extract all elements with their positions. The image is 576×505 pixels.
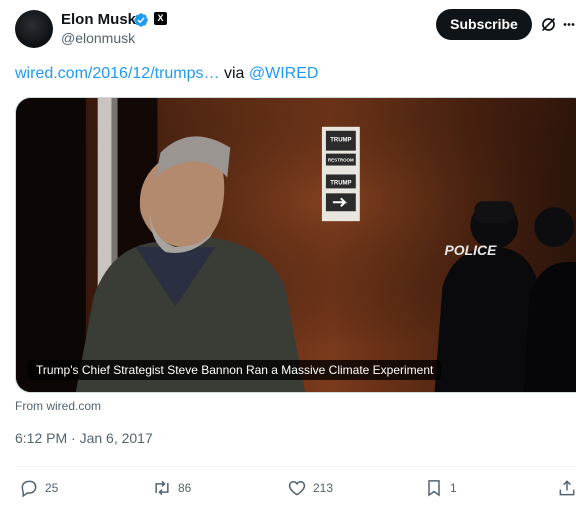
author-name[interactable]: Elon Musk <box>61 11 136 28</box>
like-button[interactable]: 213 <box>287 478 333 498</box>
like-icon <box>288 480 306 496</box>
divider <box>15 466 576 467</box>
sign-bottom-label: TRUMP <box>330 180 351 186</box>
mention-link[interactable]: @WIRED <box>249 65 319 82</box>
article-link[interactable]: wired.com/2016/12/trumps… <box>15 65 220 82</box>
via-text: via <box>219 65 249 82</box>
card-caption: Trump's Chief Strategist Steve Bannon Ra… <box>28 360 442 380</box>
share-icon <box>559 480 575 496</box>
link-card[interactable]: TRUMP RESTROOM TRUMP POLICE Trump's Chie… <box>15 97 576 393</box>
card-source[interactable]: From wired.com <box>15 399 101 413</box>
reply-count: 25 <box>45 481 59 495</box>
card-image: TRUMP RESTROOM TRUMP POLICE <box>16 98 576 392</box>
repost-count: 86 <box>178 481 192 495</box>
verified-icon[interactable] <box>133 12 149 28</box>
subscribe-button[interactable]: Subscribe <box>436 9 532 40</box>
reply-icon <box>21 480 37 498</box>
reply-button[interactable]: 25 <box>19 478 58 498</box>
bookmark-icon <box>428 480 440 497</box>
sign-restroom-label: RESTROOM <box>328 158 354 163</box>
more-icon[interactable] <box>563 16 575 33</box>
repost-button[interactable]: 86 <box>152 478 191 498</box>
affiliate-badge[interactable]: X <box>154 12 167 25</box>
avatar[interactable] <box>15 10 53 48</box>
police-label: POLICE <box>445 242 498 258</box>
bookmark-count: 1 <box>450 481 457 495</box>
tweet-timestamp[interactable]: 6:12 PM · Jan 6, 2017 <box>15 430 153 446</box>
grok-icon[interactable] <box>540 16 557 33</box>
share-button[interactable] <box>557 478 576 498</box>
tweet-text: wired.com/2016/12/trumps… via @WIRED <box>15 65 318 83</box>
author-handle[interactable]: @elonmusk <box>61 30 135 46</box>
bookmark-button[interactable]: 1 <box>424 478 457 498</box>
sign-top-label: TRUMP <box>330 138 351 144</box>
like-count: 213 <box>313 481 334 495</box>
repost-icon <box>155 480 169 496</box>
